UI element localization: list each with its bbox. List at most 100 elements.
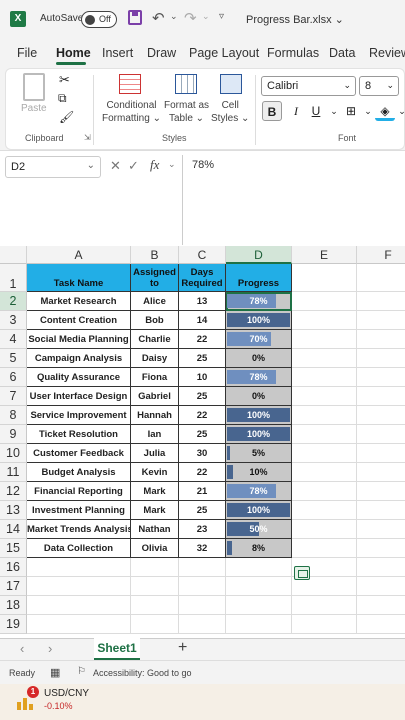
grid-cell[interactable] — [357, 425, 405, 444]
row-header-2[interactable]: 2 — [0, 292, 27, 311]
assigned-cell[interactable]: Kevin — [131, 463, 179, 482]
underline-button[interactable]: U — [306, 101, 326, 121]
progress-cell[interactable]: 100% — [226, 425, 292, 444]
accessibility-status[interactable]: Accessibility: Good to go — [93, 668, 192, 678]
tab-review[interactable]: Review — [369, 46, 405, 60]
days-cell[interactable]: 22 — [179, 463, 226, 482]
task-name-cell[interactable]: Campaign Analysis — [27, 349, 131, 368]
grid-cell[interactable] — [357, 539, 405, 558]
grid-cell[interactable] — [357, 406, 405, 425]
days-cell[interactable]: 22 — [179, 330, 226, 349]
column-header-e[interactable]: E — [292, 246, 357, 264]
column-header-a[interactable]: A — [27, 246, 131, 264]
grid-cell[interactable] — [27, 558, 131, 577]
task-name-cell[interactable]: Financial Reporting — [27, 482, 131, 501]
redo-icon[interactable]: ↷ — [184, 9, 197, 27]
cell-styles-icon[interactable] — [220, 74, 242, 94]
grid-cell[interactable] — [292, 520, 357, 539]
italic-button[interactable]: I — [286, 101, 306, 121]
task-name-cell[interactable]: Data Collection — [27, 539, 131, 558]
grid-cell[interactable] — [226, 558, 292, 577]
grid-cell[interactable] — [292, 444, 357, 463]
task-name-cell[interactable]: Content Creation — [27, 311, 131, 330]
progress-cell[interactable]: 5% — [226, 444, 292, 463]
grid-cell[interactable] — [357, 292, 405, 311]
grid-cell[interactable] — [357, 330, 405, 349]
column-header-d[interactable]: D — [226, 246, 292, 264]
tab-home[interactable]: Home — [56, 46, 91, 60]
grid-cell[interactable] — [179, 596, 226, 615]
progress-cell[interactable]: 8% — [226, 539, 292, 558]
row-header-19[interactable]: 19 — [0, 615, 27, 634]
row-header-17[interactable]: 17 — [0, 577, 27, 596]
days-cell[interactable]: 22 — [179, 406, 226, 425]
grid-cell[interactable] — [131, 596, 179, 615]
grid-cell[interactable] — [131, 577, 179, 596]
conditional-formatting-icon[interactable] — [119, 74, 141, 94]
format-as-table-button[interactable]: Format as Table ⌄ — [164, 99, 209, 125]
task-name-cell[interactable]: Market Trends Analysis — [27, 520, 131, 539]
grid-cell[interactable] — [292, 425, 357, 444]
task-name-cell[interactable]: User Interface Design — [27, 387, 131, 406]
grid-cell[interactable] — [226, 577, 292, 596]
cut-icon[interactable]: ✂ — [59, 72, 70, 88]
row-header-4[interactable]: 4 — [0, 330, 27, 349]
grid-cell[interactable] — [357, 482, 405, 501]
assigned-cell[interactable]: Gabriel — [131, 387, 179, 406]
row-header-1[interactable]: 1 — [0, 264, 27, 292]
days-cell[interactable]: 32 — [179, 539, 226, 558]
days-cell[interactable]: 30 — [179, 444, 226, 463]
spreadsheet-grid[interactable]: ABCDEF 1 2 3 4 5 6 7 8 9 10 11 12 13 14 15 16 17 18 19 Tas… — [0, 246, 405, 638]
grid-cell[interactable] — [292, 330, 357, 349]
row-header-11[interactable]: 11 — [0, 463, 27, 482]
cancel-icon[interactable]: ✕ — [110, 158, 121, 174]
bold-button[interactable]: B — [262, 101, 282, 121]
grid-cell[interactable] — [357, 387, 405, 406]
progress-cell[interactable]: 100% — [226, 501, 292, 520]
header-task-name[interactable]: Task Name — [27, 264, 131, 292]
grid-cell[interactable] — [292, 311, 357, 330]
grid-cell[interactable] — [131, 558, 179, 577]
header-assigned-to[interactable]: Assigned to — [131, 264, 179, 292]
sheet-prev-icon[interactable]: ‹ — [20, 641, 24, 656]
assigned-cell[interactable]: Nathan — [131, 520, 179, 539]
row-header-6[interactable]: 6 — [0, 368, 27, 387]
row-header-8[interactable]: 8 — [0, 406, 27, 425]
task-name-cell[interactable]: Quality Assurance — [27, 368, 131, 387]
tab-page-layout[interactable]: Page Layout — [189, 46, 259, 60]
ticker-name[interactable]: USD/CNY — [44, 688, 89, 699]
file-name[interactable]: Progress Bar.xlsx ⌄ — [246, 13, 344, 26]
tab-data[interactable]: Data — [329, 46, 355, 60]
grid-cell[interactable] — [292, 501, 357, 520]
customize-icon[interactable]: ▿ — [219, 11, 224, 22]
grid-cell[interactable] — [292, 264, 357, 292]
tab-draw[interactable]: Draw — [147, 46, 176, 60]
paste-icon[interactable] — [23, 73, 45, 101]
assigned-cell[interactable]: Charlie — [131, 330, 179, 349]
row-header-14[interactable]: 14 — [0, 520, 27, 539]
days-cell[interactable]: 25 — [179, 349, 226, 368]
row-header-13[interactable]: 13 — [0, 501, 27, 520]
name-box[interactable]: D2 ⌄ — [5, 156, 101, 178]
undo-dropdown-icon[interactable]: ⌄ — [170, 11, 178, 22]
grid-cell[interactable] — [357, 577, 405, 596]
grid-cell[interactable] — [292, 596, 357, 615]
task-name-cell[interactable]: Investment Planning — [27, 501, 131, 520]
paste-button[interactable]: Paste — [21, 102, 47, 115]
row-header-16[interactable]: 16 — [0, 558, 27, 577]
quick-analysis-icon[interactable] — [294, 566, 310, 580]
grid-cell[interactable] — [226, 596, 292, 615]
row-header-3[interactable]: 3 — [0, 311, 27, 330]
progress-cell[interactable]: 78% — [226, 482, 292, 501]
progress-cell[interactable]: 100% — [226, 311, 292, 330]
grid-cell[interactable] — [292, 539, 357, 558]
fill-color-dropdown-icon[interactable]: ⌄ — [392, 101, 405, 121]
header-days-required[interactable]: Days Required — [179, 264, 226, 292]
assigned-cell[interactable]: Fiona — [131, 368, 179, 387]
grid-cell[interactable] — [27, 615, 131, 634]
row-header-9[interactable]: 9 — [0, 425, 27, 444]
row-header-18[interactable]: 18 — [0, 596, 27, 615]
task-name-cell[interactable]: Market Research — [27, 292, 131, 311]
progress-cell[interactable]: 10% — [226, 463, 292, 482]
task-name-cell[interactable]: Customer Feedback — [27, 444, 131, 463]
